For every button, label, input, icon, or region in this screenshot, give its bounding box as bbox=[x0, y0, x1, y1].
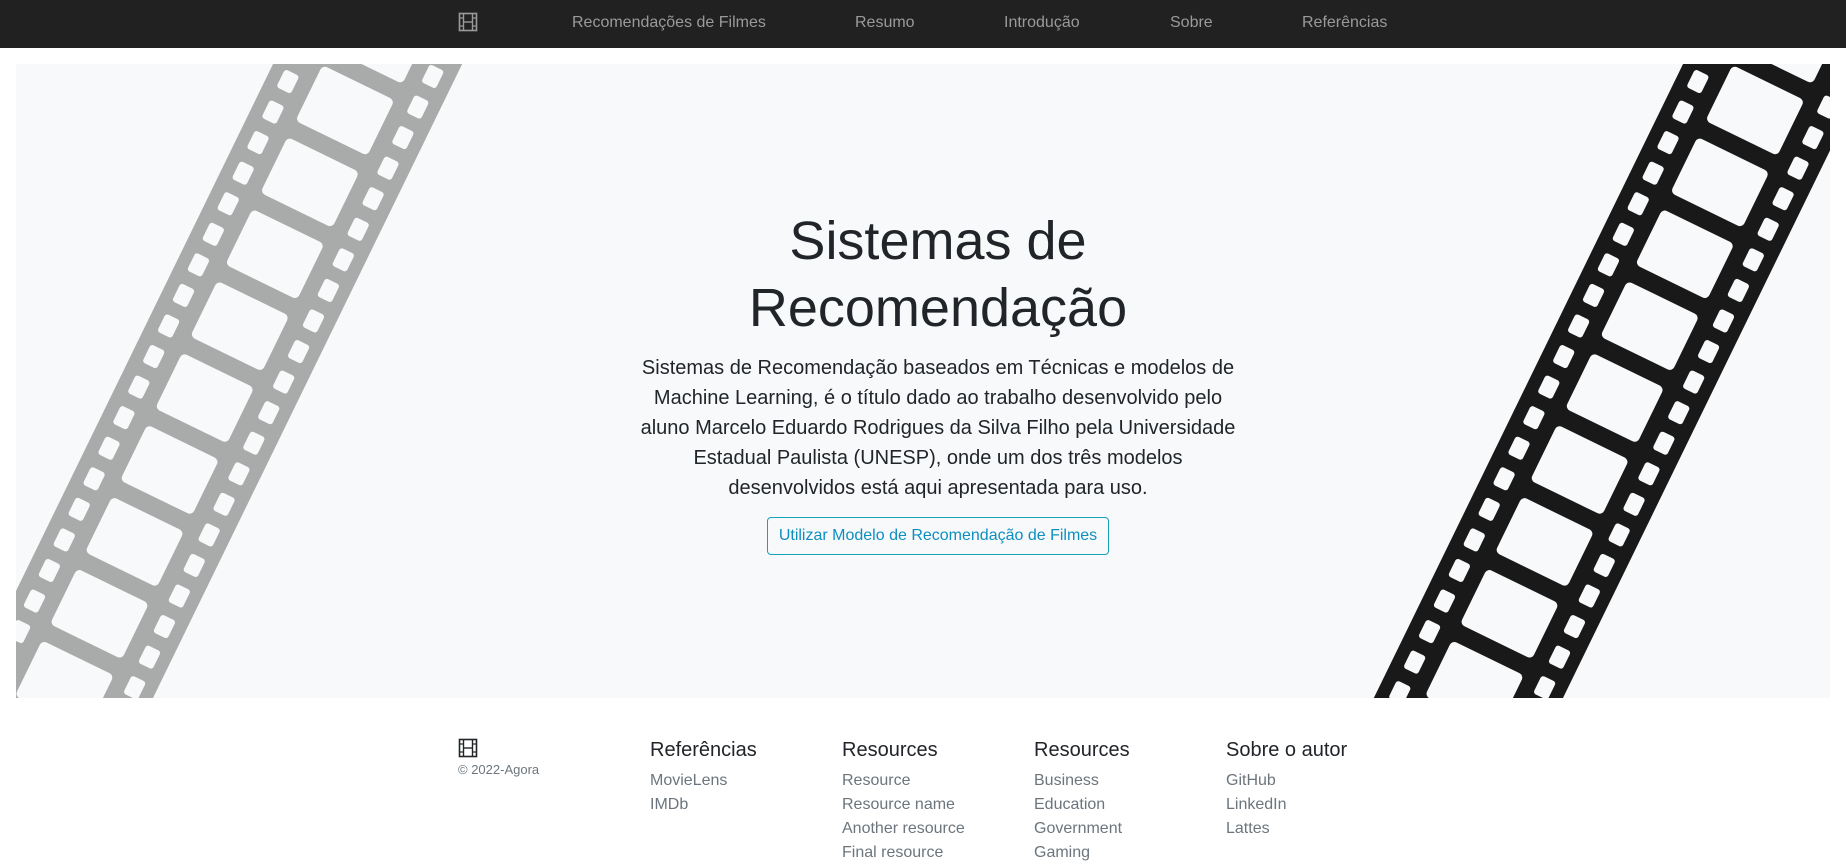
navbar-container: Recomendações de Filmes Resumo Introduçã… bbox=[458, 0, 1388, 48]
nav-link-referencias[interactable]: Referências bbox=[1302, 14, 1387, 32]
hero-description: Sistemas de Recomendação baseados em Téc… bbox=[640, 357, 1236, 499]
film-icon[interactable] bbox=[458, 12, 478, 32]
footer-column-resources-1: Resources Resource Resource name Another… bbox=[842, 738, 965, 865]
footer-brand: © 2022-Agora bbox=[458, 738, 539, 777]
footer: © 2022-Agora Referências MovieLens IMDb … bbox=[458, 738, 1388, 867]
nav-link-resumo[interactable]: Resumo bbox=[855, 14, 915, 32]
footer-column-referencias: Referências MovieLens IMDb bbox=[650, 738, 757, 817]
page-title: Sistemas de Recomendação bbox=[628, 208, 1248, 342]
nav-link-sobre[interactable]: Sobre bbox=[1170, 14, 1213, 32]
footer-link-government[interactable]: Government bbox=[1034, 817, 1130, 841]
footer-link-movielens[interactable]: MovieLens bbox=[650, 769, 757, 793]
hero-section: Sistemas de Recomendação Sistemas de Rec… bbox=[16, 64, 1830, 698]
nav-link-recomendacoes[interactable]: Recomendações de Filmes bbox=[572, 14, 766, 32]
hero-content: Sistemas de Recomendação Sistemas de Rec… bbox=[628, 208, 1248, 555]
footer-column-sobre-autor: Sobre o autor GitHub LinkedIn Lattes bbox=[1226, 738, 1347, 841]
footer-link-education[interactable]: Education bbox=[1034, 793, 1130, 817]
footer-link-linkedin[interactable]: LinkedIn bbox=[1226, 793, 1347, 817]
title-line-1: Sistemas de bbox=[789, 211, 1087, 271]
nav-link-introducao[interactable]: Introdução bbox=[1004, 14, 1080, 32]
footer-link-business[interactable]: Business bbox=[1034, 769, 1130, 793]
copyright-text: © 2022-Agora bbox=[458, 762, 540, 777]
title-line-2: Recomendação bbox=[748, 278, 1128, 338]
film-icon bbox=[458, 738, 478, 758]
footer-link-resource[interactable]: Resource bbox=[842, 769, 965, 793]
footer-heading: Referências bbox=[650, 739, 757, 761]
footer-link-imdb[interactable]: IMDb bbox=[650, 793, 757, 817]
footer-heading: Sobre o autor bbox=[1226, 739, 1348, 761]
footer-heading: Resources bbox=[842, 739, 938, 761]
top-navbar: Recomendações de Filmes Resumo Introduçã… bbox=[0, 0, 1846, 48]
footer-link-lattes[interactable]: Lattes bbox=[1226, 817, 1347, 841]
footer-link-github[interactable]: GitHub bbox=[1226, 769, 1347, 793]
footer-heading: Resources bbox=[1034, 739, 1130, 761]
footer-link-another-resource[interactable]: Another resource bbox=[842, 817, 965, 841]
footer-link-final-resource[interactable]: Final resource bbox=[842, 841, 965, 865]
use-model-button[interactable]: Utilizar Modelo de Recomendação de Filme… bbox=[766, 517, 1110, 555]
footer-column-resources-2: Resources Business Education Government … bbox=[1034, 738, 1130, 865]
footer-link-gaming[interactable]: Gaming bbox=[1034, 841, 1130, 865]
footer-link-resource-name[interactable]: Resource name bbox=[842, 793, 965, 817]
